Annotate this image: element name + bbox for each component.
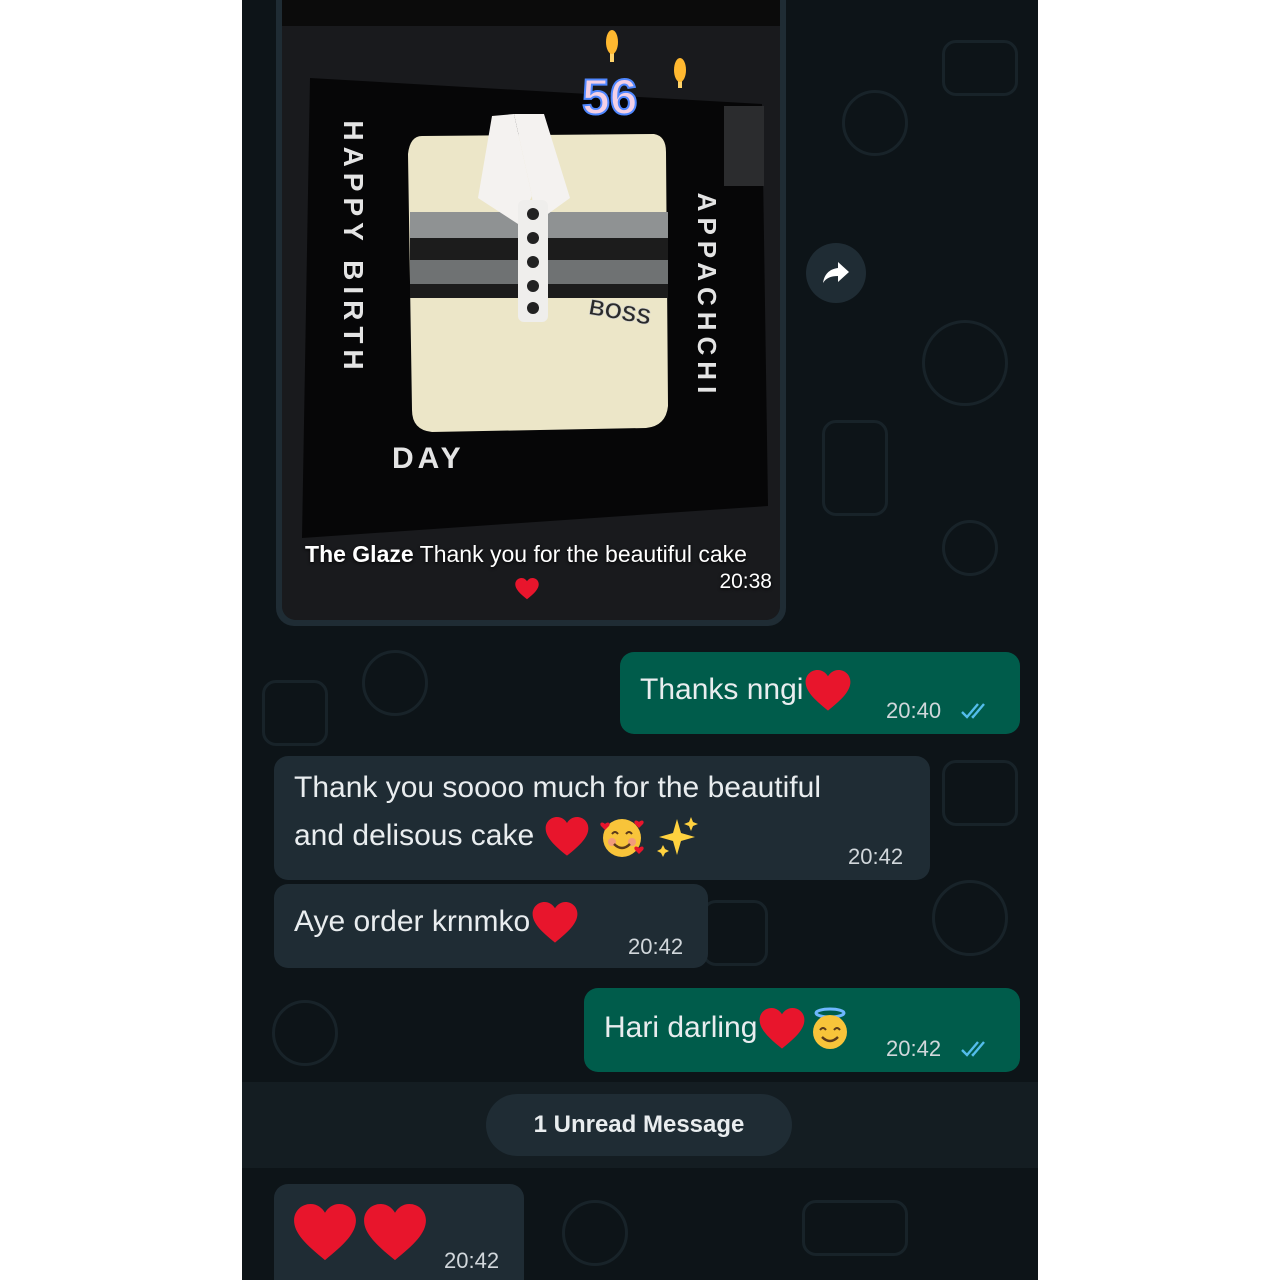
incoming-message[interactable]: Thank you soooo much for the beautiful a… — [274, 756, 930, 880]
unread-messages-divider: 1 Unread Message — [242, 1082, 1038, 1168]
image-caption: The Glaze Thank you for the beautiful ca… — [296, 538, 756, 604]
smiling-face-with-hearts-icon — [600, 819, 644, 858]
message-time: 20:42 — [886, 1036, 942, 1061]
message-text-row: Aye order krnmko — [294, 898, 578, 946]
cake-lettering: HAPPY BIRTH DAY APPACHCHI BOSS 56 — [338, 68, 722, 475]
read-receipt-icon — [961, 703, 985, 719]
red-heart-icon — [294, 1204, 356, 1261]
forward-button[interactable] — [806, 243, 866, 303]
cake-text-bottom: DAY — [392, 442, 465, 475]
wallpaper-doodle — [932, 880, 1008, 956]
caption-sender: The Glaze — [305, 541, 414, 567]
red-heart-icon — [532, 902, 578, 943]
red-heart-icon — [760, 1008, 805, 1049]
message-text: Thanks nngi — [640, 673, 804, 706]
outgoing-message[interactable]: Thanks nngi 20:40 — [620, 652, 1020, 734]
message-time: 20:38 — [719, 570, 772, 593]
forward-arrow-icon — [823, 262, 849, 283]
sparkles-icon — [657, 817, 699, 858]
wallpaper-doodle — [562, 1200, 628, 1266]
message-text: Aye order krnmko — [294, 905, 531, 938]
message-text-row: and delisous cake — [294, 812, 699, 860]
wallpaper-doodle — [942, 40, 1018, 96]
red-heart-icon — [806, 670, 851, 711]
red-heart-icon — [545, 817, 588, 856]
incoming-message[interactable]: 20:42 — [274, 1184, 524, 1280]
message-time: 20:40 — [886, 698, 942, 723]
message-time: 20:42 — [628, 934, 684, 959]
wallpaper-doodle — [272, 1000, 338, 1066]
image-message-bubble[interactable]: HAPPY BIRTH DAY APPACHCHI BOSS 56 The Gl… — [276, 0, 786, 626]
message-emoji-row — [294, 1204, 427, 1270]
red-heart-icon — [364, 1204, 427, 1261]
cake-text-right: APPACHCHI — [692, 193, 722, 400]
read-receipt-icon — [961, 1041, 985, 1057]
message-time: 20:42 — [444, 1248, 500, 1273]
cake-text-left: HAPPY BIRTH — [338, 120, 369, 375]
message-text-line: Thank you soooo much for the beautiful — [294, 771, 821, 804]
wallpaper-doodle — [922, 320, 1008, 406]
cake-text-candles: 56 — [582, 69, 638, 125]
wallpaper-doodle — [362, 650, 428, 716]
message-text-row: Hari darling — [604, 1004, 853, 1052]
wallpaper-doodle — [802, 1200, 908, 1256]
message-time: 20:42 — [848, 844, 904, 869]
chat-screen[interactable]: HAPPY BIRTH DAY APPACHCHI BOSS 56 The Gl… — [242, 0, 1038, 1280]
message-text-line: and delisous cake — [294, 819, 535, 852]
smiling-face-with-halo-icon — [813, 1007, 848, 1050]
message-text-row: Thanks nngi — [640, 666, 851, 714]
message-text: Hari darling — [604, 1011, 758, 1044]
wallpaper-doodle — [262, 680, 328, 746]
wallpaper-doodle — [842, 90, 908, 156]
incoming-message[interactable]: Aye order krnmko 20:42 — [274, 884, 708, 968]
red-heart-icon — [515, 577, 539, 600]
caption-text: Thank you for the beautiful cake — [419, 541, 747, 567]
cake-photo[interactable]: HAPPY BIRTH DAY APPACHCHI BOSS 56 — [282, 0, 780, 620]
wallpaper-doodle — [942, 520, 998, 576]
wallpaper-doodle — [702, 900, 768, 966]
wallpaper-doodle — [942, 760, 1018, 826]
outgoing-message[interactable]: Hari darling 20:42 — [584, 988, 1020, 1072]
wallpaper-doodle — [822, 420, 888, 516]
cake-text-badge: BOSS — [587, 294, 653, 329]
unread-messages-label: 1 Unread Message — [486, 1094, 792, 1156]
